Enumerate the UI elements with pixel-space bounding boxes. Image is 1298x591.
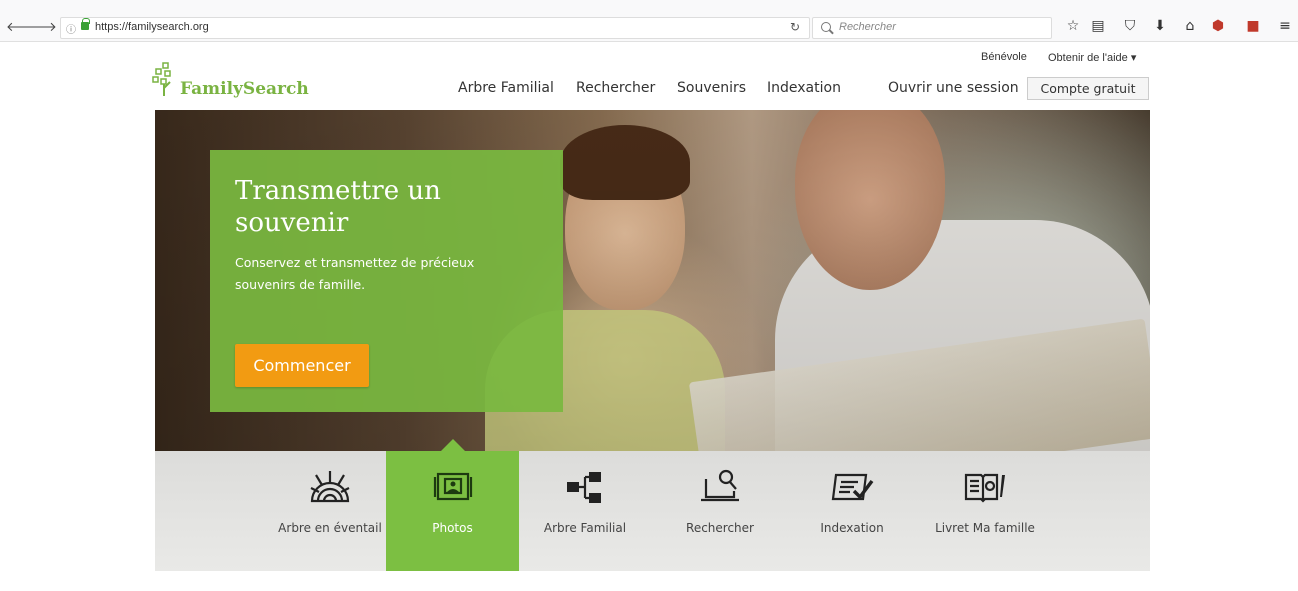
volunteer-link[interactable]: Bénévole: [981, 51, 1027, 63]
lock-icon: [81, 18, 90, 30]
nav-indexing[interactable]: Indexation: [767, 80, 841, 96]
logo-text: FamilySearch: [180, 79, 309, 99]
free-account-button[interactable]: Compte gratuit: [1027, 77, 1149, 100]
menu-icon[interactable]: ≡: [1276, 17, 1294, 35]
reading-list-icon[interactable]: ▤: [1089, 17, 1107, 35]
forward-icon[interactable]: 🡒: [22, 20, 57, 36]
signin-link[interactable]: Ouvrir une session: [888, 80, 1019, 96]
search-placeholder: Rechercher: [839, 21, 896, 33]
hero-promo-panel: Transmettre un souvenir Conservez et tra…: [210, 150, 563, 412]
pocket-icon[interactable]: ⛉: [1121, 17, 1139, 35]
nav-search[interactable]: Rechercher: [576, 80, 655, 96]
adblock-icon[interactable]: ⬢: [1209, 17, 1227, 35]
photos-icon: [433, 472, 472, 501]
family-tree-icon: [567, 472, 601, 503]
address-bar[interactable]: ⓘ https://familysearch.org: [60, 17, 810, 39]
tab-label: Indexation: [820, 521, 884, 535]
fan-chart-icon: [310, 471, 350, 503]
tab-family-booklet[interactable]: Livret Ma famille: [925, 451, 1045, 571]
tab-label: Rechercher: [686, 521, 754, 535]
bookmark-star-icon[interactable]: ☆: [1064, 17, 1082, 35]
booklet-icon: [964, 473, 1005, 503]
tab-label: Arbre Familial: [543, 521, 627, 535]
hero-title: Transmettre un souvenir: [235, 176, 441, 238]
tab-label: Arbre en éventail: [278, 521, 382, 535]
tab-label: Photos: [432, 521, 473, 535]
back-icon[interactable]: 🡐: [6, 20, 41, 36]
extension-badge-icon[interactable]: ■: [1244, 17, 1262, 35]
help-link[interactable]: Obtenir de l'aide ▾: [1048, 51, 1136, 64]
reload-icon[interactable]: ↻: [790, 20, 800, 34]
browser-search-input[interactable]: Rechercher: [812, 17, 1052, 39]
url-text: https://familysearch.org: [95, 21, 209, 33]
tab-fan-chart[interactable]: Arbre en éventail: [275, 451, 385, 571]
familysearch-logo[interactable]: FamilySearch: [152, 62, 309, 102]
search-icon: [821, 22, 831, 32]
tab-photos[interactable]: Photos: [386, 439, 519, 571]
feature-tabs: Arbre en éventail Photos Arbre Familial: [155, 439, 1150, 571]
hero-subtitle: Conservez et transmettez de précieux sou…: [235, 255, 475, 292]
tree-logo-icon: [152, 62, 171, 96]
download-icon[interactable]: ⬇: [1151, 17, 1169, 35]
tab-label: Livret Ma famille: [935, 521, 1035, 535]
indexing-icon: [831, 473, 874, 501]
home-icon[interactable]: ⌂: [1181, 17, 1199, 35]
start-button[interactable]: Commencer: [235, 344, 369, 387]
laptop-search-icon: [701, 469, 739, 502]
info-icon[interactable]: ⓘ: [66, 21, 76, 36]
tab-indexing[interactable]: Indexation: [797, 451, 907, 571]
tab-search[interactable]: Rechercher: [665, 451, 775, 571]
nav-memories[interactable]: Souvenirs: [677, 80, 746, 96]
tab-family-tree[interactable]: Arbre Familial: [530, 451, 640, 571]
browser-toolbar: 🡐 🡒 ⓘ https://familysearch.org ↻ Recherc…: [0, 0, 1298, 42]
nav-family-tree[interactable]: Arbre Familial: [458, 80, 554, 96]
